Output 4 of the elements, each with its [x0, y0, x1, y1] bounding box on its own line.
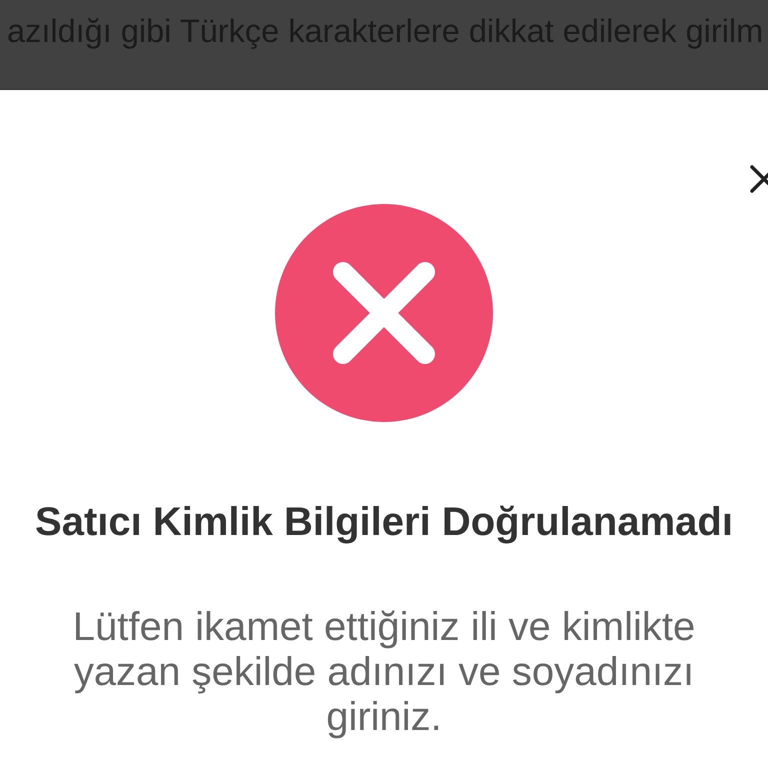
dialog-title: Satıcı Kimlik Bilgileri Doğrulanamadı	[35, 499, 733, 546]
close-icon[interactable]	[750, 165, 768, 193]
error-x-circle-icon	[275, 204, 493, 422]
dialog-message: Lütfen ikamet ettiğiniz ili ve kimlikte yazan şekilde adınızı ve soyadınızı giriniz.	[72, 605, 696, 740]
